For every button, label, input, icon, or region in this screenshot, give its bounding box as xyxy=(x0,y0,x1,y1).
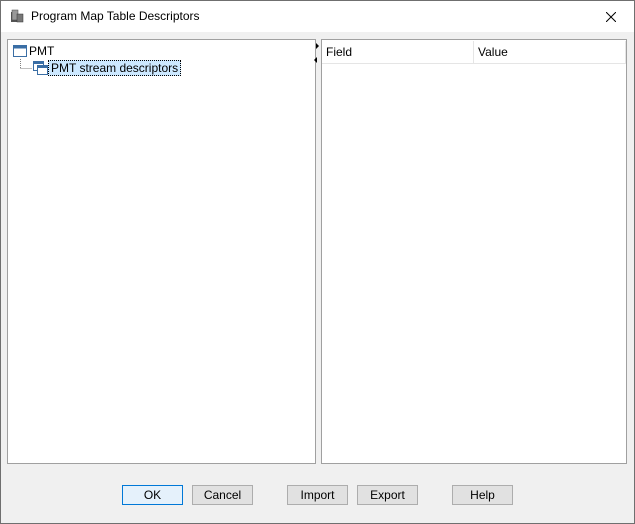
dialog-window: Program Map Table Descriptors PMT PMT st… xyxy=(0,0,635,524)
column-header-value[interactable]: Value xyxy=(474,41,626,64)
window-icon xyxy=(13,45,27,57)
windows-icon xyxy=(33,61,48,75)
tree-view[interactable]: PMT PMT stream descriptors xyxy=(7,39,316,464)
import-button[interactable]: Import xyxy=(287,485,348,505)
title-bar: Program Map Table Descriptors xyxy=(1,1,634,32)
splitter-arrows-icon xyxy=(314,43,319,63)
tree-node-pmt[interactable]: PMT xyxy=(13,44,56,58)
export-button[interactable]: Export xyxy=(357,485,418,505)
tree-node-label: PMT stream descriptors xyxy=(48,60,182,76)
close-button[interactable] xyxy=(588,1,634,32)
tree-node-label: PMT xyxy=(29,44,55,58)
fields-list-view[interactable]: Field Value xyxy=(321,39,627,464)
app-icon xyxy=(9,8,25,24)
ok-button[interactable]: OK xyxy=(122,485,183,505)
cancel-button[interactable]: Cancel xyxy=(192,485,253,505)
column-header-field[interactable]: Field xyxy=(322,41,474,64)
close-icon xyxy=(606,11,616,22)
help-button[interactable]: Help xyxy=(452,485,513,505)
tree-node-pmt-stream-descriptors[interactable]: PMT stream descriptors xyxy=(33,60,182,76)
window-title: Program Map Table Descriptors xyxy=(31,9,200,23)
